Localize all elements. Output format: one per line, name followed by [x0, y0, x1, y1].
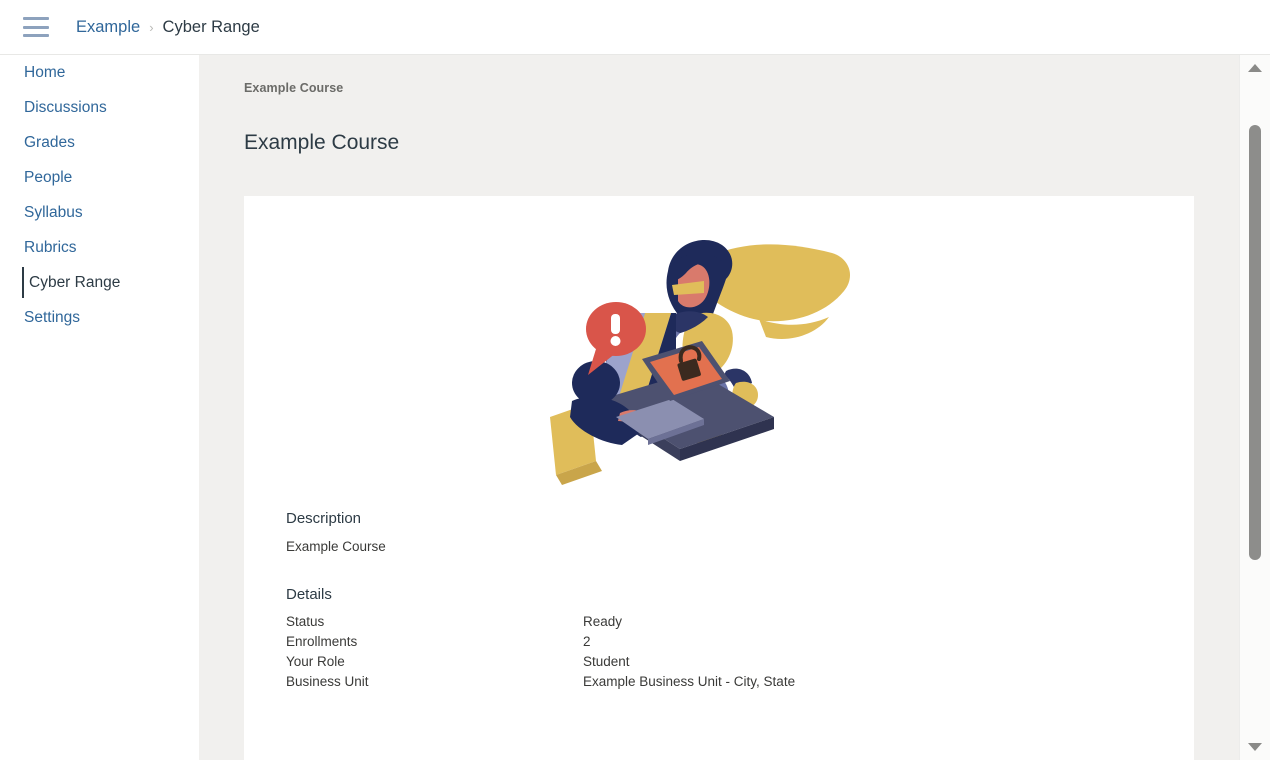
vertical-scrollbar[interactable] — [1239, 55, 1270, 760]
hamburger-menu-icon[interactable] — [23, 17, 49, 37]
breadcrumb-current-cyber-range: Cyber Range — [162, 17, 260, 36]
cyber-security-hero-illustration — [550, 240, 851, 485]
detail-value-your-role: Student — [583, 654, 630, 669]
sidebar-item-home[interactable]: Home — [0, 55, 199, 90]
hamburger-bar-2 — [23, 25, 49, 29]
content-breadcrumb: Example Course — [244, 81, 344, 95]
table-row: Business Unit Example Business Unit - Ci… — [286, 674, 986, 694]
detail-label-status: Status — [286, 614, 325, 629]
details-table: Status Ready Enrollments 2 Your Role Stu… — [286, 614, 986, 694]
hamburger-bar-1 — [23, 17, 49, 20]
table-row: Status Ready — [286, 614, 986, 634]
course-navigation-sidebar: Home Discussions Grades People Syllabus … — [0, 55, 199, 760]
sidebar-item-settings[interactable]: Settings — [0, 300, 199, 335]
sidebar-item-people[interactable]: People — [0, 160, 199, 195]
breadcrumb-separator-icon: › — [149, 19, 154, 35]
main-content-area: Example Course Example Course Descriptio… — [199, 55, 1239, 760]
description-body: Example Course — [286, 539, 386, 554]
top-header-bar: Example › Cyber Range — [0, 0, 1270, 55]
course-detail-card: Description Example Course Details Statu… — [244, 196, 1194, 760]
breadcrumb-link-example[interactable]: Example — [76, 18, 140, 37]
scroll-up-arrow-icon[interactable] — [1248, 64, 1262, 72]
sidebar-item-grades[interactable]: Grades — [0, 125, 199, 160]
scrollbar-thumb[interactable] — [1249, 125, 1261, 560]
details-heading: Details — [286, 586, 332, 603]
description-heading: Description — [286, 510, 362, 527]
scroll-down-arrow-icon[interactable] — [1248, 743, 1262, 751]
table-row: Enrollments 2 — [286, 634, 986, 654]
sidebar-item-discussions[interactable]: Discussions — [0, 90, 199, 125]
table-row: Your Role Student — [286, 654, 986, 674]
detail-value-business-unit: Example Business Unit - City, State — [583, 674, 796, 689]
sidebar-item-syllabus[interactable]: Syllabus — [0, 195, 199, 230]
detail-label-your-role: Your Role — [286, 654, 345, 669]
detail-label-business-unit: Business Unit — [286, 674, 369, 689]
sidebar-item-cyber-range[interactable]: Cyber Range — [0, 265, 199, 300]
detail-value-status: Ready — [583, 614, 623, 629]
breadcrumb: Example › Cyber Range — [76, 18, 260, 37]
detail-value-enrollments: 2 — [583, 634, 591, 649]
hamburger-bar-3 — [23, 34, 49, 37]
page-title: Example Course — [244, 131, 400, 154]
sidebar-item-rubrics[interactable]: Rubrics — [0, 230, 199, 265]
detail-label-enrollments: Enrollments — [286, 634, 358, 649]
